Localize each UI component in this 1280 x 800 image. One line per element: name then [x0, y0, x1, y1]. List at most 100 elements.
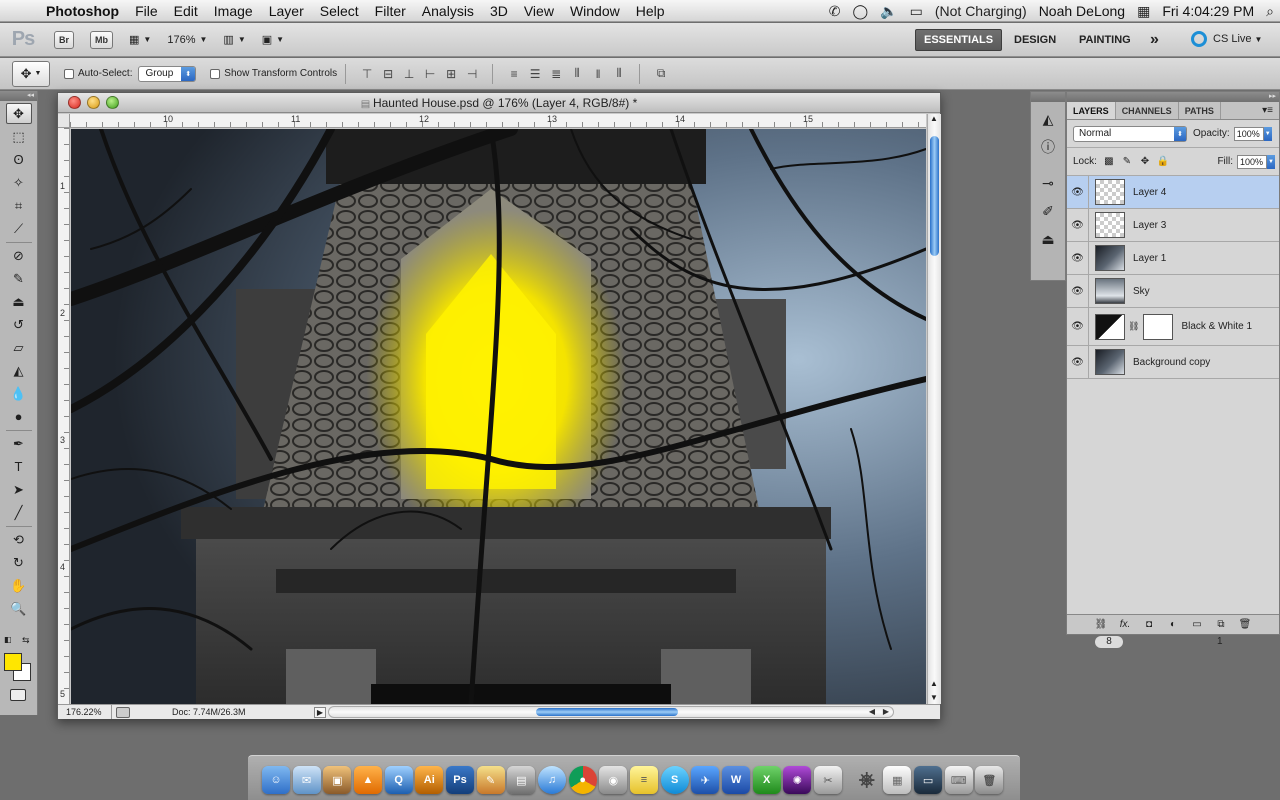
tools-panel-header[interactable]: ◂◂ [0, 91, 37, 101]
document-title-bar[interactable]: ▤ Haunted House.psd @ 176% (Layer 4, RGB… [58, 93, 940, 113]
checkbox-box[interactable] [64, 68, 74, 79]
vlc-icon[interactable]: ▲ [354, 766, 382, 794]
layer-mask-thumbnail[interactable] [1143, 313, 1174, 340]
zoom-level-dropdown[interactable]: 176% ▼ [167, 34, 207, 46]
close-window-icon[interactable] [68, 96, 81, 109]
mini-bridge-button[interactable]: Mb [90, 30, 114, 49]
iphoto-icon[interactable]: ▣ [323, 766, 352, 794]
opacity-slider-arrow-icon[interactable]: ▼ [1263, 126, 1272, 141]
itunes-icon[interactable]: ♫ [538, 766, 566, 794]
auto-align-layers-icon[interactable]: ⧉ [652, 66, 670, 82]
move-tool-icon[interactable]: ✥ [5, 103, 32, 124]
battery-status[interactable]: (Not Charging) [929, 3, 1033, 19]
lasso-tool-icon[interactable]: ʘ [6, 149, 32, 170]
scroll-up-icon[interactable]: ▲ [930, 114, 938, 123]
vertical-scrollbar[interactable]: ▲ ▲ ▼ [927, 114, 941, 704]
pages-icon[interactable]: ✎ [476, 766, 505, 794]
layer-row-sky[interactable]: 👁 Sky [1067, 275, 1279, 308]
layer-style-icon[interactable]: fx. [1116, 618, 1134, 632]
show-transform-controls-checkbox[interactable]: Show Transform Controls [210, 68, 337, 79]
vertical-ruler[interactable]: 1 2 3 4 5 [58, 128, 70, 704]
link-layers-icon[interactable]: ⛓ [1092, 618, 1110, 632]
cleanup-icon[interactable]: ⎈ [853, 766, 881, 794]
menu-file[interactable]: File [127, 3, 166, 19]
zoom-readout[interactable]: 176.22% [58, 705, 112, 719]
cs-live-button[interactable]: CS Live ▼ [1191, 31, 1262, 47]
blend-mode-select[interactable]: Normal ⬍ [1073, 125, 1187, 142]
menu-filter[interactable]: Filter [367, 3, 414, 19]
vertical-scroll-thumb[interactable] [930, 136, 939, 256]
spot-healing-tool-icon[interactable]: ⊘ [6, 245, 32, 266]
distribute-vertical-center-icon[interactable]: ☰ [526, 66, 544, 82]
menu-image[interactable]: Image [206, 3, 261, 19]
visibility-eye-icon[interactable]: 👁 [1067, 275, 1089, 307]
pen-tool-icon[interactable]: ✒ [6, 433, 32, 454]
lock-position-icon[interactable]: ✥ [1139, 156, 1151, 168]
chrome-icon[interactable]: ● [568, 766, 597, 794]
chat-icon[interactable]: ◯ [847, 3, 875, 20]
workspace-essentials[interactable]: ESSENTIALS [915, 29, 1003, 51]
stickies-icon[interactable]: ≡ [630, 766, 658, 794]
align-vertical-center-icon[interactable]: ⊟ [379, 66, 397, 82]
distribute-left-icon[interactable]: ⫴ [568, 66, 586, 82]
hand-tool-icon[interactable]: ✋ [6, 575, 32, 596]
visibility-eye-icon[interactable]: 👁 [1067, 242, 1089, 274]
lock-transparent-pixels-icon[interactable]: ▩ [1103, 156, 1115, 168]
trash-icon[interactable]: 🗑 [975, 766, 1004, 794]
layer-row-background-copy[interactable]: 👁 Background copy [1067, 346, 1279, 379]
history-brush-tool-icon[interactable]: ↺ [6, 314, 32, 335]
workspace-painting[interactable]: PAINTING [1079, 23, 1131, 57]
aperture-icon[interactable]: ✺ [783, 766, 812, 794]
word-icon[interactable]: W [722, 766, 750, 794]
panel-strip-header[interactable] [1031, 92, 1065, 102]
phone-icon[interactable]: ✆ [823, 3, 847, 20]
skype-icon[interactable]: S [660, 766, 689, 794]
path-selection-tool-icon[interactable]: ➤ [6, 479, 32, 500]
auto-select-target-select[interactable]: Group ⬍ [138, 65, 197, 82]
add-mask-icon[interactable]: ◘ [1140, 618, 1158, 632]
image-canvas[interactable] [71, 129, 926, 705]
menu-app-name[interactable]: Photoshop [46, 3, 127, 19]
distribute-bottom-icon[interactable]: ≣ [547, 66, 565, 82]
layer-row-layer-4[interactable]: 👁 Layer 4 [1067, 176, 1279, 209]
calendar-icon[interactable]: ▦ [883, 766, 912, 794]
arrange-documents-dropdown[interactable]: ▥ ▼ [223, 33, 245, 46]
excel-icon[interactable]: X [752, 766, 781, 794]
align-top-icon[interactable]: ⊤ [358, 66, 376, 82]
menu-3d[interactable]: 3D [482, 3, 516, 19]
ruler-origin[interactable] [58, 114, 70, 128]
new-adjustment-layer-icon[interactable]: ◐ [1164, 618, 1182, 632]
more-workspaces-icon[interactable]: » [1150, 23, 1159, 57]
new-group-icon[interactable]: ▭ [1188, 618, 1206, 632]
spotlight-icon[interactable]: ⌕ [1260, 3, 1280, 20]
clock[interactable]: Fri 4:04:29 PM [1156, 3, 1260, 19]
menu-help[interactable]: Help [628, 3, 673, 19]
tool-presets-icon[interactable]: ⊸ [1036, 172, 1060, 194]
auto-select-checkbox[interactable]: Auto-Select: [64, 68, 132, 79]
tab-channels[interactable]: CHANNELS [1116, 102, 1179, 119]
horizontal-scrollbar[interactable]: ◀ ▶ [328, 706, 894, 718]
opacity-input[interactable]: 100% [1233, 126, 1264, 141]
view-extras-dropdown[interactable]: ▦ ▼ [129, 33, 151, 46]
layer-row-black-white-1[interactable]: 👁 ⛓ Black & White 1 [1067, 308, 1279, 346]
screen-mode-dropdown[interactable]: ▣ ▼ [262, 33, 284, 46]
clone-source-icon[interactable]: ⏏ [1036, 228, 1060, 250]
user-name[interactable]: Noah DeLong [1033, 3, 1131, 19]
quick-selection-tool-icon[interactable]: ✧ [6, 172, 32, 193]
visibility-eye-icon[interactable]: 👁 [1067, 176, 1089, 208]
menu-view[interactable]: View [516, 3, 562, 19]
dodge-tool-icon[interactable]: ● [6, 406, 32, 427]
eyedropper-tool-icon[interactable]: ⟋ [6, 218, 32, 239]
fill-input[interactable]: 100% [1237, 154, 1267, 169]
zoom-window-icon[interactable] [106, 96, 119, 109]
checkbox-box[interactable] [210, 68, 221, 79]
visibility-eye-icon[interactable]: 👁 [1067, 209, 1089, 241]
fill-slider-arrow-icon[interactable]: ▼ [1267, 154, 1275, 169]
lock-all-icon[interactable]: 🔒 [1157, 156, 1169, 168]
quick-mask-icon[interactable] [10, 689, 26, 701]
twitter-icon[interactable]: ✈ [691, 766, 720, 794]
tab-paths[interactable]: PATHS [1179, 102, 1221, 119]
distribute-top-icon[interactable]: ≡ [505, 66, 523, 82]
panel-menu-icon[interactable]: ▾≡ [1262, 102, 1279, 119]
marquee-tool-icon[interactable]: ⬚ [6, 126, 32, 147]
